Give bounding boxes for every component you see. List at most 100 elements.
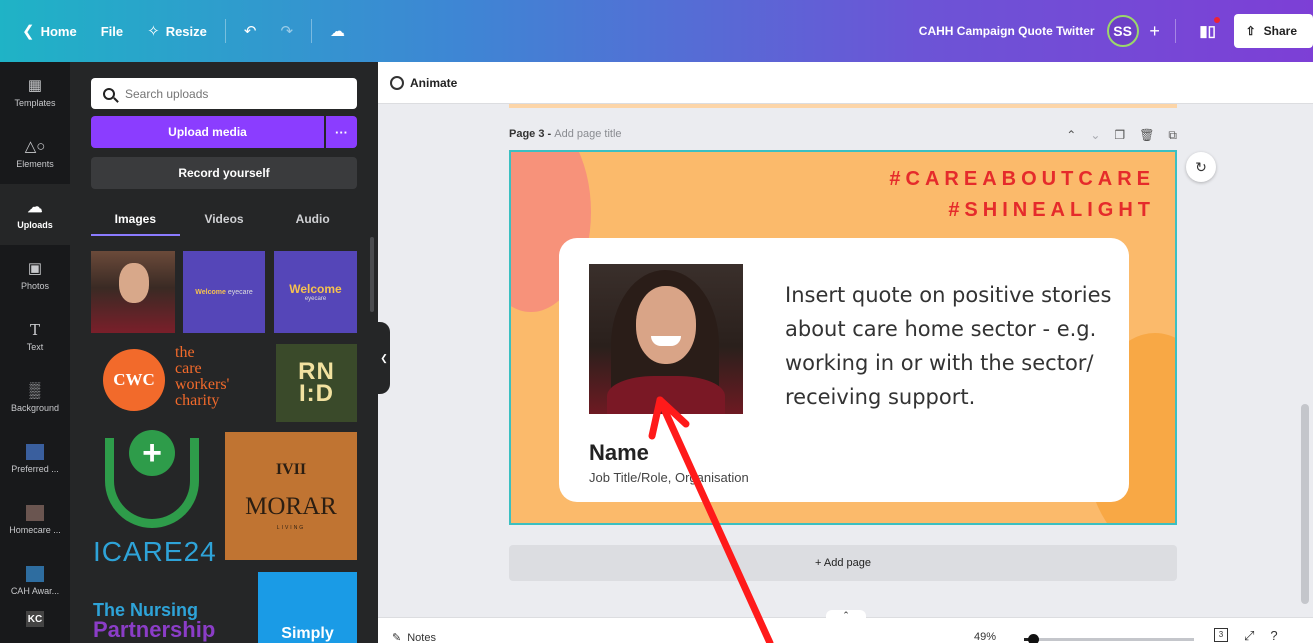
add-page-icon[interactable]: ⧉ [1168,128,1177,143]
fullscreen-icon[interactable]: ⤢ [1244,628,1254,643]
rail-item-preferred[interactable]: Preferred ... [0,428,70,489]
rail-item-photos[interactable]: ▣ Photos [0,245,70,306]
zoom-level[interactable]: 49% [974,631,996,643]
portrait-photo[interactable] [589,264,743,414]
search-box[interactable] [91,78,357,109]
rail-item-homecare[interactable]: Homecare ... [0,489,70,550]
icare-wordmark: ICARE24 [93,536,217,567]
page-count-button[interactable]: 3 [1214,628,1228,642]
trash-icon[interactable]: 🗑 [1139,128,1154,143]
left-rail: ▦ Templates △○ Elements ☁ Uploads ▣ Phot… [0,62,70,643]
home-button[interactable]: ❮ Home [0,0,89,62]
upload-thumbnail-welcome-eyecare[interactable]: Welcome eyecare [274,251,357,333]
share-button[interactable]: ⇧ Share [1233,14,1313,48]
tab-audio[interactable]: Audio [268,202,357,236]
job-title[interactable]: Job Title/Role, Organisation [589,470,749,485]
portrait-face [119,263,149,303]
quote-card[interactable]: Insert quote on positive stories about c… [559,238,1129,502]
editor-scrollbar[interactable] [1301,404,1309,604]
text-icon: T [29,320,40,339]
notes-button[interactable]: ✎ Notes [392,631,436,643]
tab-videos[interactable]: Videos [180,202,269,236]
upload-thumbnail-icare-logo[interactable]: + ICARE24 [91,430,219,568]
zoom-slider-handle[interactable] [1027,634,1039,643]
folder-thumbnail: KC [26,611,44,627]
person-name[interactable]: Name [589,440,649,466]
simply-label: Simply [281,625,334,642]
divider [311,19,313,43]
search-input[interactable] [125,86,335,101]
zoom-slider[interactable] [1024,634,1194,643]
document-title[interactable]: CAHH Campaign Quote Twitter [919,24,1095,38]
upload-media-button[interactable]: Upload media [91,116,324,148]
portrait-face [636,286,696,364]
help-icon[interactable]: ? [1270,628,1277,643]
file-menu-button[interactable]: File [89,0,135,62]
panel-scrollbar[interactable] [370,237,374,312]
rail-item-label: Uploads [17,219,53,230]
folder-thumbnail [26,504,44,521]
rail-item-label: Background [10,402,60,413]
folder-thumbnail [26,565,44,582]
tab-images[interactable]: Images [91,202,180,236]
resize-button[interactable]: ✧ Resize [135,0,219,62]
upload-thumbnail-simply[interactable]: Simply [258,572,357,643]
animate-icon [390,75,404,90]
design-canvas[interactable]: #CAREABOUTCARE #SHINEALIGHT Insert quote… [509,150,1177,525]
undo-button[interactable]: ↶ [232,0,269,62]
rail-item-label: Preferred ... [11,463,59,474]
home-label: Home [40,23,77,39]
layout-icon: ▦ [27,76,43,94]
rail-item-kc[interactable]: KC [0,611,70,641]
invite-button[interactable]: + [1141,21,1169,42]
undo-icon: ↶ [243,23,257,40]
rail-item-background[interactable]: ▒ Background [0,367,70,428]
record-yourself-button[interactable]: Record yourself [91,157,357,189]
rail-item-uploads[interactable]: ☁ Uploads [0,184,70,245]
move-up-icon[interactable]: ⌃ [1066,128,1076,143]
upload-thumbnail-rnid-logo[interactable]: RN I:D [276,344,357,422]
rail-item-cah-awards[interactable]: CAH Awar... [0,550,70,611]
upload-thumbnail-nursing-partnership[interactable]: The Nursing Partnership [91,572,251,643]
upload-thumbnail-morar-logo[interactable]: IVII MORAR LIVING [225,432,357,560]
welcome-label: Welcome [289,282,342,296]
rail-item-text[interactable]: T Text [0,306,70,367]
chevron-up-icon[interactable]: ⌃ [826,610,866,620]
rail-item-elements[interactable]: △○ Elements [0,123,70,184]
media-tabs: Images Videos Audio [91,202,357,236]
upload-thumbnail-photo[interactable] [91,251,175,333]
page-label: Page 3 - [509,128,555,140]
uploads-panel: Upload media ··· Record yourself Images … [70,62,378,643]
refresh-icon[interactable]: ↻ [1186,152,1216,182]
redo-button[interactable]: ↷ [268,0,305,62]
animate-button[interactable]: Animate [410,76,457,90]
upload-thumbnail-cwc-logo[interactable]: CWC the care workers' charity [91,341,265,421]
morar-wordmark: MORAR [245,493,337,520]
plus-cross-icon: + [129,430,175,476]
bar-chart-icon: ▮▯ [1199,23,1216,40]
quote-text[interactable]: Insert quote on positive stories about c… [785,278,1115,414]
add-page-button[interactable]: + Add page [509,545,1177,581]
divider [1174,19,1176,43]
chevron-left-icon: ❮ [22,23,35,40]
cwc-wordmark: the care workers' charity [175,344,230,409]
rail-item-label: Templates [14,97,56,108]
rail-item-templates[interactable]: ▦ Templates [0,62,70,123]
hashtag-text[interactable]: #CAREABOUTCARE #SHINEALIGHT [889,164,1155,226]
save-status-button[interactable]: ☁ [318,0,357,62]
avatar[interactable]: SS [1106,15,1139,47]
move-down-icon[interactable]: ⌄ [1090,128,1100,143]
search-icon [103,87,115,100]
duplicate-icon[interactable]: ❐ [1114,128,1125,143]
page-header: Page 3 - Add page title ⌃ ⌄ ❐ 🗑 ⧉ [509,128,1177,144]
top-bar: ❮ Home File ✧ Resize ↶ ↷ ☁ CAHH Campaign… [0,0,1313,62]
insights-button[interactable]: ▮▯ [1190,13,1226,49]
share-label: Share [1263,24,1297,38]
collapse-panel-button[interactable]: ❮ [378,322,390,394]
add-page-title[interactable]: Add page title [554,128,621,140]
upload-thumbnail-welcome[interactable]: Welcome eyecare [183,251,265,333]
hashtag-careaboutcare: #CAREABOUTCARE [889,168,1155,190]
shapes-icon: △○ [24,137,46,155]
cwc-umbrella-logo: CWC [103,349,165,411]
more-options-button[interactable]: ··· [326,116,357,148]
